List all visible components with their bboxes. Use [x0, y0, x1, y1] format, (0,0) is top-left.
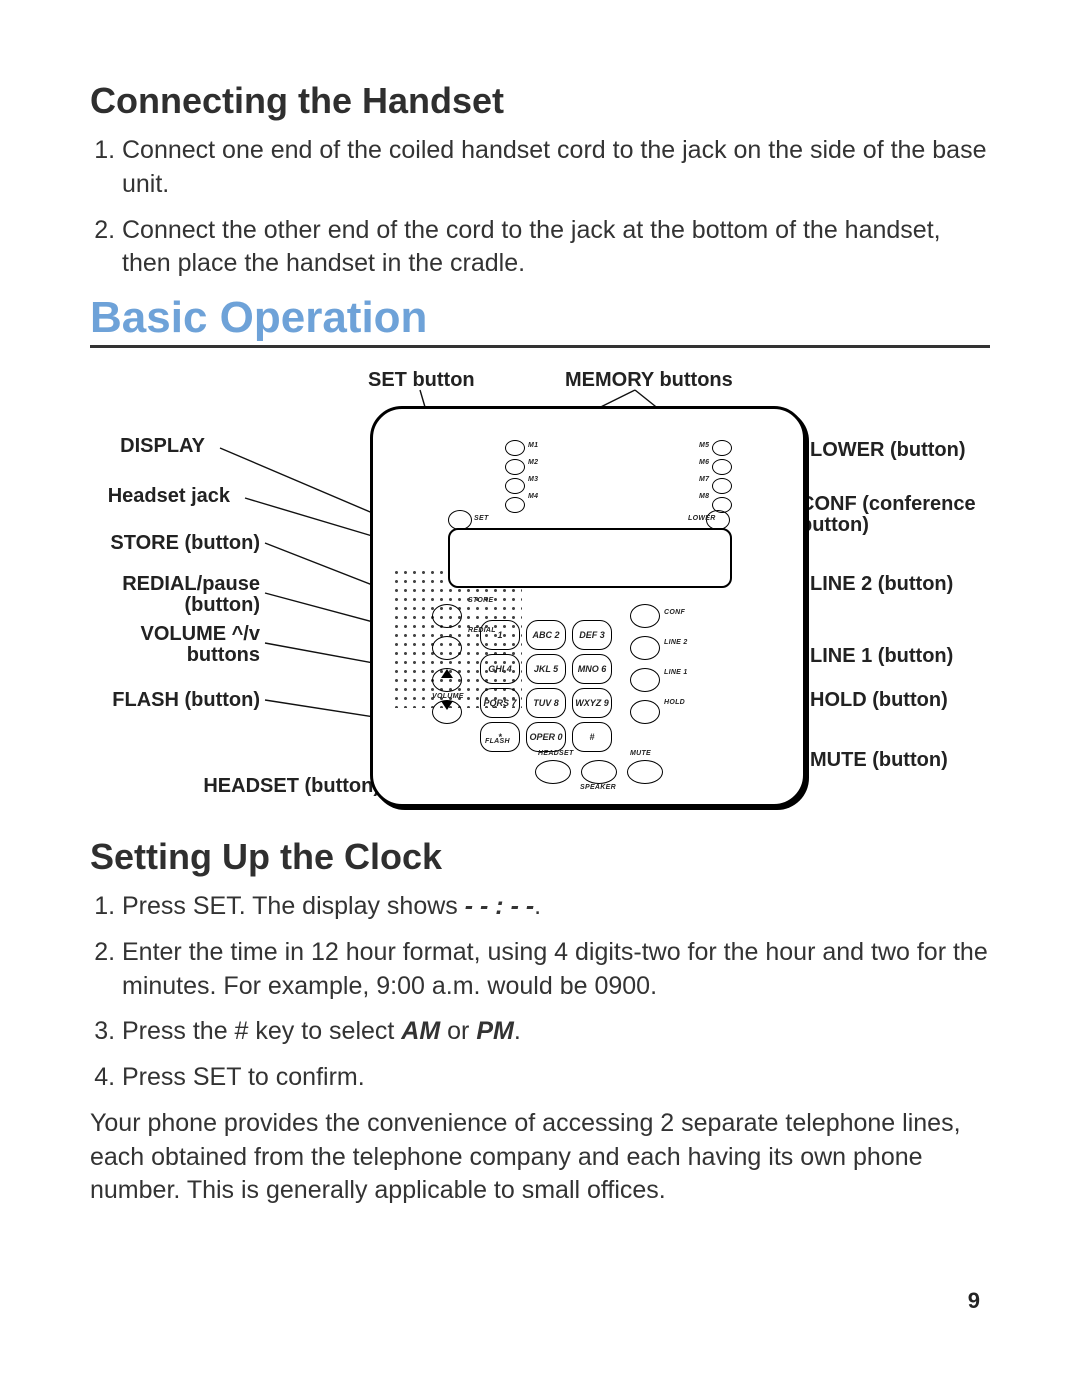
store-button — [432, 604, 462, 628]
label-headset-jack: Headset jack — [80, 486, 230, 507]
ml-m7: M7 — [699, 476, 709, 483]
ml-store: STORE — [468, 597, 494, 604]
label-hold: HOLD (button) — [810, 690, 980, 711]
clock-step-3c: or — [440, 1017, 476, 1045]
clock-step-3b: AM — [401, 1017, 440, 1045]
label-memory-buttons: MEMORY buttons — [565, 370, 733, 391]
key-5: JKL 5 — [526, 654, 566, 684]
memory-col-right — [712, 440, 732, 513]
ml-headset: HEADSET — [538, 750, 574, 757]
m2-button — [505, 459, 525, 475]
key-4: GHI 4 — [480, 654, 520, 684]
phone-lcd — [448, 528, 732, 588]
ml-speaker: SPEAKER — [580, 784, 616, 791]
key-6: MNO 6 — [572, 654, 612, 684]
label-conf: CONF (conference button) — [800, 494, 980, 536]
key-2: ABC 2 — [526, 620, 566, 650]
m6-button — [712, 459, 732, 475]
ml-mute: MUTE — [630, 750, 651, 757]
line1-button — [630, 668, 660, 692]
m1-button — [505, 440, 525, 456]
key-3: DEF 3 — [572, 620, 612, 650]
clock-step-3: Press the # key to select AM or PM. — [122, 1015, 990, 1049]
ml-m6: M6 — [699, 459, 709, 466]
ml-m2: M2 — [528, 459, 538, 466]
phone-diagram: SET button MEMORY buttons DISPLAY Headse… — [90, 358, 990, 828]
set-button — [448, 510, 472, 530]
page-number: 9 — [968, 1288, 980, 1314]
ml-volume: VOLUME — [432, 693, 464, 700]
ml-line1: LINE 1 — [664, 669, 688, 676]
key-1: 1 — [480, 620, 520, 650]
clock-steps: Press SET. The display shows - - : - -. … — [90, 890, 990, 1095]
connecting-handset-steps: Connect one end of the coiled handset co… — [90, 134, 990, 281]
manual-page: Connecting the Handset Connect one end o… — [0, 0, 1080, 1374]
keypad: 1 ABC 2 DEF 3 GHI 4 JKL 5 MNO 6 PQRS 7 T… — [480, 620, 612, 752]
label-set-button: SET button — [368, 370, 475, 391]
label-flash: FLASH (button) — [80, 690, 260, 711]
label-redial: REDIAL/pause (button) — [80, 574, 260, 616]
clock-step-1c: . — [534, 892, 541, 920]
left-function-col — [432, 604, 462, 724]
key-hash: # — [572, 722, 612, 752]
ml-lower: LOWER — [688, 515, 716, 522]
m3-button — [505, 478, 525, 494]
ml-m4: M4 — [528, 493, 538, 500]
label-headset-button: HEADSET (button) — [180, 776, 380, 797]
ml-m3: M3 — [528, 476, 538, 483]
label-mute: MUTE (button) — [810, 750, 980, 771]
clock-step-3d: PM — [476, 1017, 514, 1045]
volume-down-button — [432, 700, 462, 724]
key-star: * — [480, 722, 520, 752]
heading-basic-operation: Basic Operation — [90, 293, 990, 348]
key-8: TUV 8 — [526, 688, 566, 718]
ml-m8: M8 — [699, 493, 709, 500]
label-display: DISPLAY — [120, 436, 205, 457]
label-lower: LOWER (button) — [810, 440, 980, 461]
ml-set: SET — [474, 515, 489, 522]
memory-col-left — [505, 440, 525, 513]
label-volume: VOLUME ^/v buttons — [80, 624, 260, 666]
key-0: OPER 0 — [526, 722, 566, 752]
volume-up-button — [432, 668, 462, 692]
conf-button — [630, 604, 660, 628]
bottom-row — [535, 760, 663, 784]
heading-setting-clock: Setting Up the Clock — [90, 836, 990, 878]
ml-m5: M5 — [699, 442, 709, 449]
m5-button — [712, 440, 732, 456]
line2-button — [630, 636, 660, 660]
clock-step-2: Enter the time in 12 hour format, using … — [122, 936, 990, 1004]
clock-step-1b: - - : - - — [465, 892, 534, 920]
hold-button — [630, 700, 660, 724]
mute-button — [627, 760, 663, 784]
label-line1: LINE 1 (button) — [810, 646, 980, 667]
ml-line2: LINE 2 — [664, 639, 688, 646]
m7-button — [712, 478, 732, 494]
clock-step-1: Press SET. The display shows - - : - -. — [122, 890, 990, 924]
label-line2: LINE 2 (button) — [810, 574, 980, 595]
connect-step-2: Connect the other end of the cord to the… — [122, 214, 990, 282]
clock-step-1a: Press SET. The display shows — [122, 892, 465, 920]
label-store: STORE (button) — [80, 533, 260, 554]
headset-button — [535, 760, 571, 784]
clock-step-4: Press SET to confirm. — [122, 1061, 990, 1095]
m4-button — [505, 497, 525, 513]
clock-step-3a: Press the # key to select — [122, 1017, 401, 1045]
connect-step-1: Connect one end of the coiled handset co… — [122, 134, 990, 202]
ml-hold: HOLD — [664, 699, 685, 706]
two-line-paragraph: Your phone provides the convenience of a… — [90, 1107, 990, 1208]
speaker-button — [581, 760, 617, 784]
right-function-col — [630, 604, 660, 724]
ml-m1: M1 — [528, 442, 538, 449]
clock-step-3e: . — [514, 1017, 521, 1045]
key-7: PQRS 7 — [480, 688, 520, 718]
ml-conf: CONF — [664, 609, 685, 616]
key-9: WXYZ 9 — [572, 688, 612, 718]
heading-connecting-handset: Connecting the Handset — [90, 80, 990, 122]
redial-button — [432, 636, 462, 660]
